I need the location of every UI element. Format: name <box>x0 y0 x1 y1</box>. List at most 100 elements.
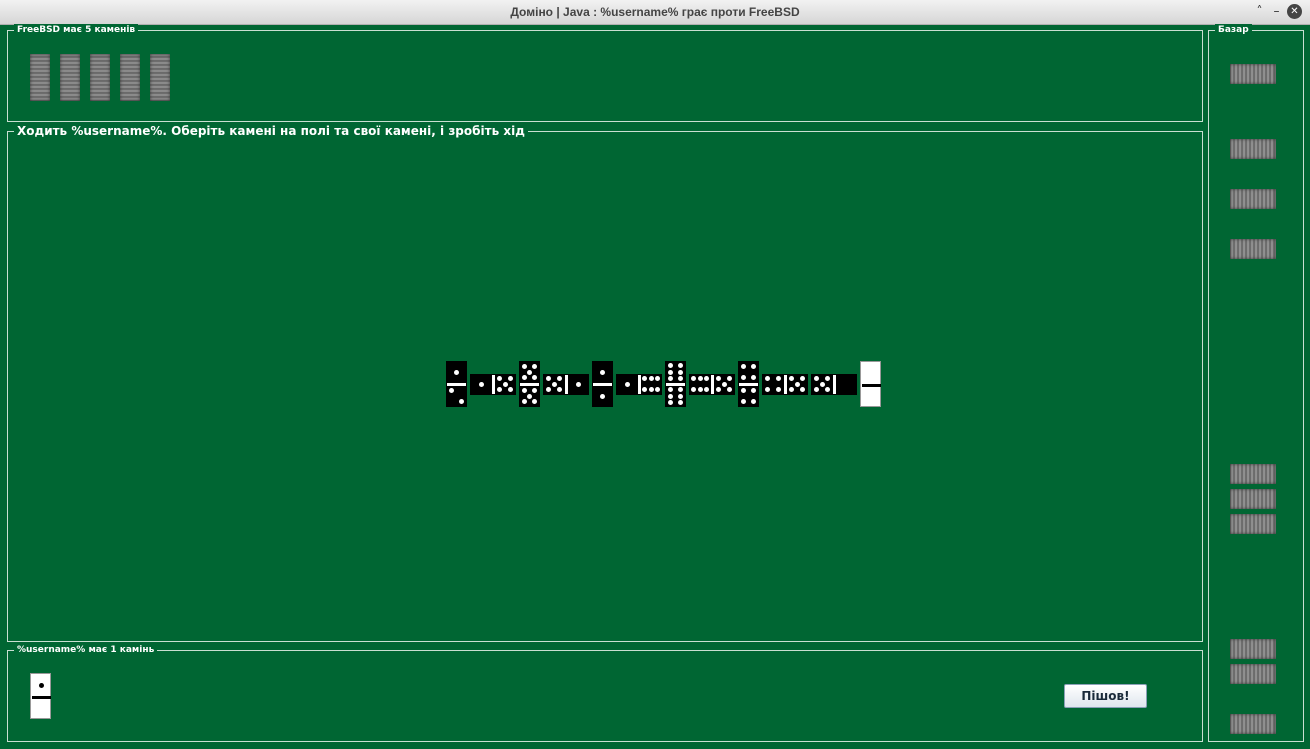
pip <box>532 375 538 380</box>
pip <box>532 399 538 404</box>
opponent-panel: FreeBSD має 5 каменів <box>7 24 1203 122</box>
pip <box>765 386 770 392</box>
pip <box>508 376 513 382</box>
chevron-up-icon[interactable]: ˄ <box>1252 4 1267 19</box>
domino-5-0[interactable] <box>811 373 857 395</box>
pip <box>716 386 721 392</box>
player-label: %username% має 1 камінь <box>14 644 158 656</box>
pip <box>624 381 630 387</box>
pip <box>678 386 684 392</box>
pip <box>655 386 661 392</box>
pip <box>521 388 527 393</box>
domino-1-5[interactable] <box>470 373 516 395</box>
pip <box>521 364 527 369</box>
pip <box>497 376 502 382</box>
pip <box>740 375 746 380</box>
domino-divider <box>832 374 836 394</box>
domino-6-5[interactable] <box>689 373 735 395</box>
pip <box>508 386 513 392</box>
pip <box>751 399 757 404</box>
pip <box>776 376 781 382</box>
pip <box>800 386 805 392</box>
domino-0-0[interactable] <box>860 361 881 407</box>
bazaar-label: Базар <box>1215 24 1252 36</box>
domino-divider <box>739 382 758 386</box>
pip <box>546 376 551 382</box>
bazaar-tile[interactable] <box>1230 639 1276 659</box>
pip <box>678 369 684 375</box>
domino-divider <box>564 374 568 394</box>
domino-6-6[interactable] <box>665 361 686 407</box>
bazaar-tile[interactable] <box>1230 464 1276 484</box>
pip <box>521 399 527 404</box>
pip <box>721 381 727 387</box>
bazaar-tile[interactable] <box>1230 714 1276 734</box>
pip <box>751 375 757 380</box>
bazaar-tile[interactable] <box>1230 239 1276 259</box>
pip <box>690 386 696 392</box>
pip <box>789 376 794 382</box>
pip <box>776 386 781 392</box>
pip <box>39 682 44 688</box>
pip <box>557 386 562 392</box>
domino-1-1[interactable] <box>592 361 613 407</box>
domino-1-0[interactable] <box>30 673 51 719</box>
pip <box>527 393 532 399</box>
pip <box>641 386 647 392</box>
pip <box>497 386 502 392</box>
pip <box>448 388 454 393</box>
pip <box>667 393 673 399</box>
domino-divider <box>637 374 641 394</box>
domino-divider <box>710 374 714 394</box>
pip <box>727 386 732 392</box>
pip <box>667 362 673 368</box>
pip <box>800 376 805 382</box>
domino-1-6[interactable] <box>616 373 662 395</box>
pip <box>557 376 562 382</box>
player-panel: %username% має 1 камінь <box>7 644 1203 742</box>
domino-4-5[interactable] <box>762 373 808 395</box>
pip <box>667 376 673 382</box>
pip <box>765 376 770 382</box>
domino-1-2[interactable] <box>446 361 467 407</box>
bazaar-tile[interactable] <box>1230 664 1276 684</box>
pip <box>648 386 654 392</box>
pip <box>704 386 710 392</box>
domino-divider <box>666 382 685 386</box>
pip <box>648 376 654 382</box>
bazaar-tile[interactable] <box>1230 64 1276 84</box>
pip <box>575 381 581 387</box>
pip <box>740 388 746 393</box>
pip <box>546 386 551 392</box>
close-icon[interactable]: ✕ <box>1287 4 1302 19</box>
opponent-label: FreeBSD має 5 каменів <box>14 24 139 36</box>
pip <box>678 393 684 399</box>
opponent-tile <box>90 54 110 101</box>
bazaar-tile[interactable] <box>1230 189 1276 209</box>
domino-divider <box>783 374 787 394</box>
pip <box>814 386 819 392</box>
pip <box>751 364 757 369</box>
pip <box>740 364 746 369</box>
pip <box>667 369 673 375</box>
domino-5-5[interactable] <box>519 361 540 407</box>
domino-divider <box>32 695 51 699</box>
bazaar-tile[interactable] <box>1230 514 1276 534</box>
bazaar-tile[interactable] <box>1230 489 1276 509</box>
pip <box>678 400 684 406</box>
domino-4-4[interactable] <box>738 361 759 407</box>
pip <box>641 376 647 382</box>
pip <box>600 393 605 399</box>
minimize-icon[interactable]: – <box>1269 4 1284 19</box>
board-label: Ходить %username%. Оберіть камені на пол… <box>14 124 528 138</box>
bazaar-tile[interactable] <box>1230 139 1276 159</box>
pip <box>794 381 800 387</box>
pip <box>727 376 732 382</box>
domino-5-1[interactable] <box>543 373 589 395</box>
pip <box>825 376 830 382</box>
domino-divider <box>862 383 881 387</box>
pip <box>454 369 459 375</box>
domino-divider <box>593 382 612 386</box>
pip <box>716 376 721 382</box>
go-button[interactable]: Пішов! <box>1064 684 1147 708</box>
